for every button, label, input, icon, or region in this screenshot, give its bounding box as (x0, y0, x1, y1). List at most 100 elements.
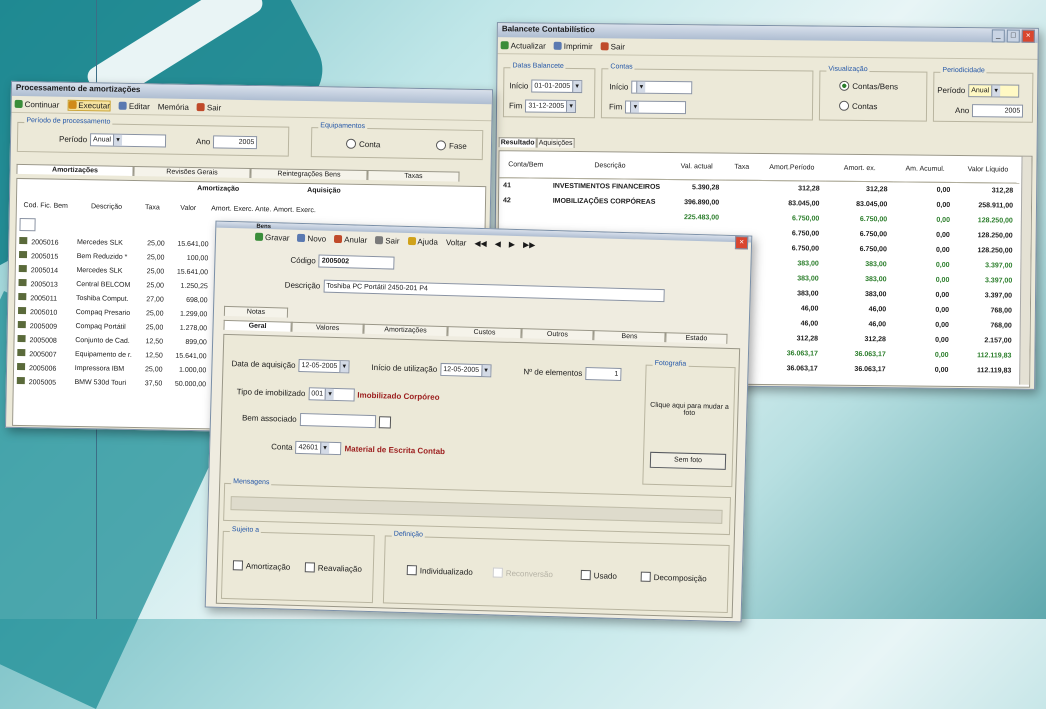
back-button[interactable]: Voltar (446, 238, 467, 248)
cell-text: 6.750,00 (859, 230, 888, 239)
table-cell: 768,00 (955, 318, 1018, 334)
column-header[interactable]: Amort. Exerc. Ante. (210, 196, 273, 221)
tab-others[interactable]: Outros (521, 328, 594, 341)
account-to-input[interactable] (625, 100, 687, 115)
tab-result[interactable]: Resultado (498, 137, 537, 148)
individualized-checkbox[interactable]: Individualizado (406, 565, 473, 577)
vertical-scrollbar[interactable] (1019, 156, 1032, 385)
account-select[interactable]: 42601 (295, 440, 342, 456)
to-date-input[interactable]: 31-12-2005 (525, 99, 577, 114)
elements-field: Nº de elementos 1 (523, 365, 622, 381)
asset-type-select[interactable]: 001 (308, 387, 355, 402)
tab-general[interactable]: Geral (223, 319, 292, 332)
used-checkbox[interactable]: Usado (580, 569, 617, 581)
decomposition-checkbox[interactable]: Decomposição (640, 571, 707, 584)
edit-button[interactable]: Editar (118, 101, 150, 111)
close-button[interactable]: × (1021, 29, 1035, 43)
nav-next-icon[interactable]: ▶ (509, 239, 515, 248)
checkbox[interactable] (406, 565, 417, 576)
refresh-button[interactable]: Actualizar (500, 41, 546, 50)
checkbox[interactable] (580, 569, 591, 581)
description-input[interactable]: Toshiba PC Portátil 2450-201 P4 (323, 279, 665, 303)
usage-date-input[interactable]: 12-05-2005 (440, 362, 492, 378)
column-header[interactable]: Valor Líquido (956, 155, 1020, 184)
tab-asset-reintegrations[interactable]: Reintegrações Bens (250, 168, 368, 181)
radio-phase[interactable]: Fase (435, 140, 467, 151)
associated-asset-input[interactable] (299, 413, 376, 429)
tab-amortizations[interactable]: Amortizações (363, 323, 448, 337)
code-input[interactable]: 2005002 (318, 254, 395, 270)
acquisition-date-input[interactable]: 12-05-2005 (298, 358, 350, 374)
column-header[interactable]: Val. actual (667, 152, 726, 181)
cancel-button[interactable]: Anular (334, 234, 367, 244)
column-header[interactable]: Taxa (138, 195, 166, 219)
no-photo-button[interactable]: Sem foto (649, 451, 727, 470)
amortization-checkbox[interactable]: Amortização (232, 560, 291, 572)
checkbox[interactable] (232, 560, 244, 571)
nav-last-icon[interactable]: ▶▶ (523, 240, 536, 249)
tab-general-revisions[interactable]: Revisões Gerais (133, 165, 251, 179)
table-cell (551, 209, 667, 225)
cell-text: 0,00 (935, 291, 950, 299)
from-date-input[interactable]: 01-01-2005 (531, 79, 583, 94)
radio-button[interactable] (345, 138, 357, 149)
period-select[interactable]: Anual (968, 84, 1020, 98)
tab-acquisitions[interactable]: Aquisições (536, 137, 575, 148)
save-button[interactable]: Gravar (254, 232, 290, 242)
cell-text: 6.750,00 (859, 215, 888, 224)
exit-button[interactable]: Sair (600, 42, 625, 51)
tab-notes[interactable]: Notas (223, 305, 289, 318)
photo-hint[interactable]: Clique aqui para mudar a foto (649, 402, 729, 418)
tab-values[interactable]: Valores (291, 321, 364, 334)
column-header[interactable]: Amort. ex. (825, 154, 894, 182)
period-select[interactable]: Anual (89, 133, 167, 148)
radio-account[interactable]: Conta (345, 138, 381, 150)
filter-input[interactable] (19, 217, 36, 232)
help-button[interactable]: Ajuda (407, 236, 438, 246)
tab-rates[interactable]: Taxas (367, 170, 460, 182)
execute-button[interactable]: Executar (67, 99, 112, 112)
checkbox[interactable] (304, 562, 315, 573)
nav-first-icon[interactable]: ◀◀ (474, 238, 487, 247)
column-header[interactable]: Amort. Exerc. (272, 197, 317, 222)
revaluation-checkbox[interactable]: Reavaliação (304, 562, 362, 574)
elements-input[interactable]: 1 (585, 366, 622, 381)
column-header[interactable]: Amort.Período (757, 153, 826, 182)
radio-accounts-assets[interactable]: Contas/Bens (839, 80, 898, 92)
print-button[interactable]: Imprimir (553, 41, 593, 51)
account-from-input[interactable] (631, 80, 693, 95)
table-cell: Conjunto de Cad. (72, 333, 136, 348)
exit-button[interactable]: Sair (196, 103, 221, 112)
column-header[interactable]: Am. Acumul. (893, 155, 957, 183)
maximize-button[interactable]: □ (1006, 29, 1020, 43)
cancel-icon (334, 234, 343, 244)
memory-button[interactable]: Memória (158, 102, 189, 112)
column-header[interactable]: Descrição (551, 151, 668, 180)
column-header[interactable]: Conta/Bem (499, 151, 553, 179)
radio-button[interactable] (839, 100, 850, 111)
cell-text: 100,00 (186, 254, 209, 262)
tab-costs[interactable]: Custos (447, 326, 522, 339)
year-input[interactable]: 2005 (213, 135, 258, 150)
exit-button[interactable]: Sair (375, 236, 400, 245)
checkbox[interactable] (640, 571, 651, 582)
column-header[interactable]: Taxa (725, 153, 759, 181)
nav-prev-icon[interactable]: ◀ (495, 239, 501, 248)
column-header[interactable]: Cod. Fic. Bem (17, 193, 75, 218)
column-header[interactable]: Valor (166, 196, 210, 221)
tab-assets[interactable]: Bens (593, 330, 666, 343)
radio-accounts[interactable]: Contas (839, 100, 877, 111)
tab-amortizations[interactable]: Amortizações (16, 163, 134, 176)
tab-state[interactable]: Estado (665, 332, 728, 344)
cell-text: 1.000,00 (179, 366, 207, 374)
radio-button[interactable] (839, 80, 850, 91)
continue-button[interactable]: Continuar (14, 99, 60, 109)
column-header[interactable]: Descrição (74, 194, 138, 219)
radio-button[interactable] (435, 140, 447, 151)
asset-icon (18, 250, 28, 258)
new-button[interactable]: Novo (297, 233, 326, 243)
search-icon[interactable] (378, 415, 391, 429)
year-input[interactable]: 2005 (972, 104, 1024, 118)
close-button[interactable]: × (734, 236, 749, 250)
minimize-button[interactable]: _ (991, 29, 1005, 43)
